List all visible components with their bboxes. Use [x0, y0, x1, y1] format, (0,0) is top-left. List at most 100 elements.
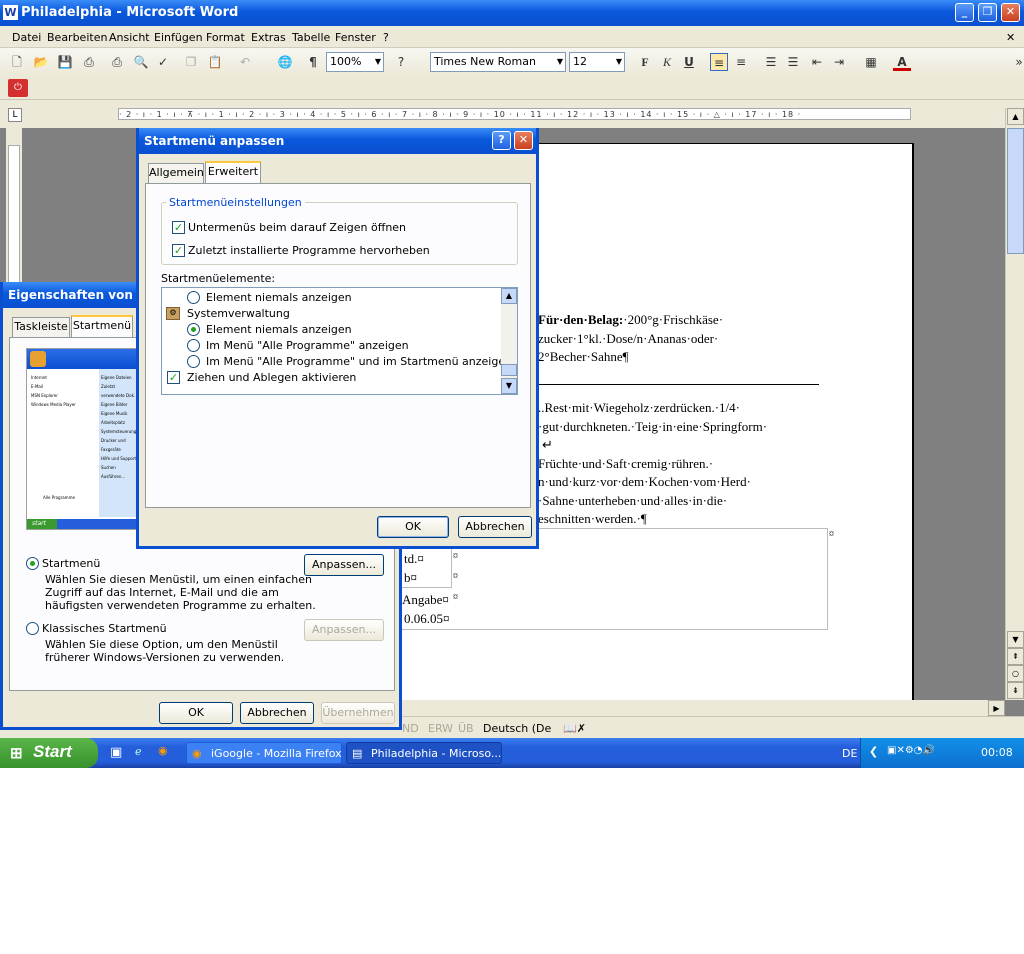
minimize-button[interactable]: _ — [955, 3, 974, 22]
menu-help[interactable]: ? — [383, 31, 389, 44]
menu-ansicht[interactable]: Ansicht — [109, 31, 150, 44]
align-center-icon[interactable]: ≡ — [732, 53, 750, 71]
status-ueb[interactable]: ÜB — [458, 722, 474, 735]
pilcrow-icon[interactable]: ¶ — [304, 53, 322, 71]
close-document-icon[interactable]: ✕ — [1006, 31, 1015, 44]
option-startmenue-label[interactable]: Startmenü — [42, 557, 100, 570]
status-erw[interactable]: ERW — [428, 722, 453, 735]
italic-button[interactable]: K — [658, 53, 676, 71]
help-button[interactable]: ? — [492, 131, 511, 150]
bullets-icon[interactable]: ☰ — [784, 53, 802, 71]
customize-startmenu-button[interactable]: Anpassen... — [304, 554, 384, 576]
menu-datei[interactable]: Datei — [12, 31, 41, 44]
tab-startmenue[interactable]: Startmenü — [71, 315, 133, 337]
language-indicator[interactable]: DE — [842, 747, 857, 760]
radio-startmenue[interactable] — [26, 557, 39, 570]
open-icon[interactable]: 📂 — [32, 53, 50, 71]
status-mode[interactable]: ND — [402, 722, 419, 735]
pdf-icon[interactable]: ⏻ — [8, 79, 28, 97]
list-scroll-up-icon[interactable]: ▲ — [501, 288, 517, 304]
paste-icon[interactable]: 📋 — [206, 53, 224, 71]
copy-icon[interactable]: ❐ — [182, 53, 200, 71]
spellcheck-status-icon[interactable]: 📖✗ — [563, 722, 586, 735]
help-icon[interactable]: ? — [392, 53, 410, 71]
menu-tabelle[interactable]: Tabelle — [292, 31, 330, 44]
scroll-thumb[interactable] — [1007, 128, 1024, 254]
restore-button[interactable]: ❐ — [978, 3, 997, 22]
font-color-button[interactable]: A — [893, 53, 911, 71]
print-icon[interactable]: ⎙ — [108, 53, 126, 71]
borders-icon[interactable]: ▦ — [862, 53, 880, 71]
list-item[interactable]: Element niemals anzeigen — [206, 323, 352, 336]
menu-bearbeiten[interactable]: Bearbeiten — [47, 31, 107, 44]
radio-never-show-2[interactable] — [187, 323, 200, 336]
print-preview-icon[interactable]: 🔍 — [132, 53, 150, 71]
menu-format[interactable]: Format — [206, 31, 245, 44]
radio-all-programs-and-startmenu[interactable] — [187, 355, 200, 368]
list-item[interactable]: Im Menü "Alle Programme" und im Startmen… — [206, 355, 512, 368]
prev-page-icon[interactable]: ⇞ — [1007, 648, 1024, 665]
scroll-down-icon[interactable]: ▼ — [1007, 631, 1024, 648]
quicklaunch-desktop-icon[interactable]: ▣ — [110, 745, 122, 760]
horizontal-ruler[interactable]: · 2 · ı · 1 · ı · ⊼ · ı · 1 · ı · 2 · ı … — [118, 108, 911, 120]
menu-extras[interactable]: Extras — [251, 31, 286, 44]
list-scrollbar[interactable]: ▲ ▼ — [501, 288, 517, 394]
tray-icons[interactable]: ▣✕⚙◔🔊 — [887, 745, 935, 756]
task-firefox[interactable]: ◉ iGoogle - Mozilla Firefox — [186, 742, 342, 764]
drag-drop-checkbox[interactable]: ✓ — [167, 371, 180, 384]
tab-allgemein[interactable]: Allgemein — [148, 163, 204, 183]
list-scroll-down-icon[interactable]: ▼ — [501, 378, 517, 394]
next-page-icon[interactable]: ⇟ — [1007, 682, 1024, 699]
radio-classic-startmenu[interactable] — [26, 622, 39, 635]
align-left-icon[interactable]: ≡ — [710, 53, 728, 71]
scroll-right-icon[interactable]: ▶ — [988, 700, 1005, 716]
apply-button[interactable]: Übernehmen — [321, 702, 395, 724]
permission-icon[interactable]: ⎙ — [80, 53, 98, 71]
ok-button[interactable]: OK — [377, 516, 449, 538]
tab-selector-icon[interactable]: L — [8, 108, 22, 122]
underline-button[interactable]: U — [680, 53, 698, 71]
font-select[interactable]: Times New Roman ▼ — [430, 52, 566, 72]
highlight-new-programs-label[interactable]: Zuletzt installierte Programme hervorheb… — [188, 244, 430, 257]
tray-expand-icon[interactable]: ❮ — [869, 745, 878, 758]
hyperlink-icon[interactable]: 🌐 — [276, 53, 294, 71]
start-button[interactable]: ⊞ Start — [0, 738, 98, 768]
quicklaunch-ie-icon[interactable]: ℯ — [135, 745, 142, 758]
list-scroll-thumb[interactable] — [501, 364, 517, 376]
radio-never-show-1[interactable] — [187, 291, 200, 304]
submenu-hover-checkbox[interactable]: ✓ — [172, 221, 185, 234]
increase-indent-icon[interactable]: ⇥ — [830, 53, 848, 71]
customize-classic-button[interactable]: Anpassen... — [304, 619, 384, 641]
numbering-icon[interactable]: ☰ — [762, 53, 780, 71]
new-icon[interactable]: 🗋 — [8, 53, 26, 71]
radio-all-programs[interactable] — [187, 339, 200, 352]
status-language[interactable]: Deutsch (De — [483, 722, 551, 735]
quicklaunch-firefox-icon[interactable]: ◉ — [158, 744, 168, 757]
close-button[interactable]: ✕ — [1001, 3, 1020, 22]
submenu-hover-label[interactable]: Untermenüs beim darauf Zeigen öffnen — [188, 221, 406, 234]
list-item[interactable]: Ziehen und Ablegen aktivieren — [187, 371, 356, 384]
vertical-scrollbar[interactable]: ▲ ▼ ⇞ ○ ⇟ — [1005, 108, 1024, 700]
font-size-select[interactable]: 12 ▼ — [569, 52, 625, 72]
save-icon[interactable]: 💾 — [56, 53, 74, 71]
browse-object-icon[interactable]: ○ — [1007, 665, 1024, 682]
highlight-new-programs-checkbox[interactable]: ✓ — [172, 244, 185, 257]
list-item[interactable]: Element niemals anzeigen — [206, 291, 352, 304]
zoom-select[interactable]: 100% ▼ — [326, 52, 384, 72]
scroll-up-icon[interactable]: ▲ — [1007, 108, 1024, 125]
elements-list[interactable]: Element niemals anzeigen ⚙ Systemverwalt… — [161, 287, 518, 395]
menu-einfuegen[interactable]: Einfügen — [154, 31, 203, 44]
close-button[interactable]: ✕ — [514, 131, 533, 150]
tab-taskleiste[interactable]: Taskleiste — [12, 317, 70, 337]
cancel-button[interactable]: Abbrechen — [458, 516, 532, 538]
toolbar-options-icon[interactable]: » — [1010, 53, 1024, 71]
bold-button[interactable]: F — [636, 53, 654, 71]
cancel-button[interactable]: Abbrechen — [240, 702, 314, 724]
undo-icon[interactable]: ↶ — [236, 53, 254, 71]
ok-button[interactable]: OK — [159, 702, 233, 724]
tab-erweitert[interactable]: Erweitert — [205, 161, 261, 183]
option-classic-label[interactable]: Klassisches Startmenü — [42, 622, 167, 635]
list-item[interactable]: Im Menü "Alle Programme" anzeigen — [206, 339, 409, 352]
decrease-indent-icon[interactable]: ⇤ — [808, 53, 826, 71]
menu-fenster[interactable]: Fenster — [335, 31, 376, 44]
